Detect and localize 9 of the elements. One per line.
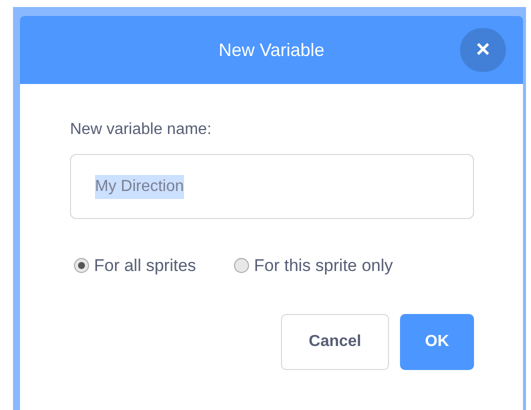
field-label: New variable name: [70,120,212,140]
radio-button[interactable] [234,258,250,274]
dialog-title: New Variable [218,38,324,62]
radio-option[interactable]: For all sprites [74,253,196,278]
selected-text: My Direction [95,174,184,198]
radio-option[interactable]: For this sprite only [234,253,393,278]
radio-button[interactable] [74,258,89,274]
close-button[interactable]: × [460,28,506,72]
cancel-button[interactable]: Cancel [281,314,389,370]
